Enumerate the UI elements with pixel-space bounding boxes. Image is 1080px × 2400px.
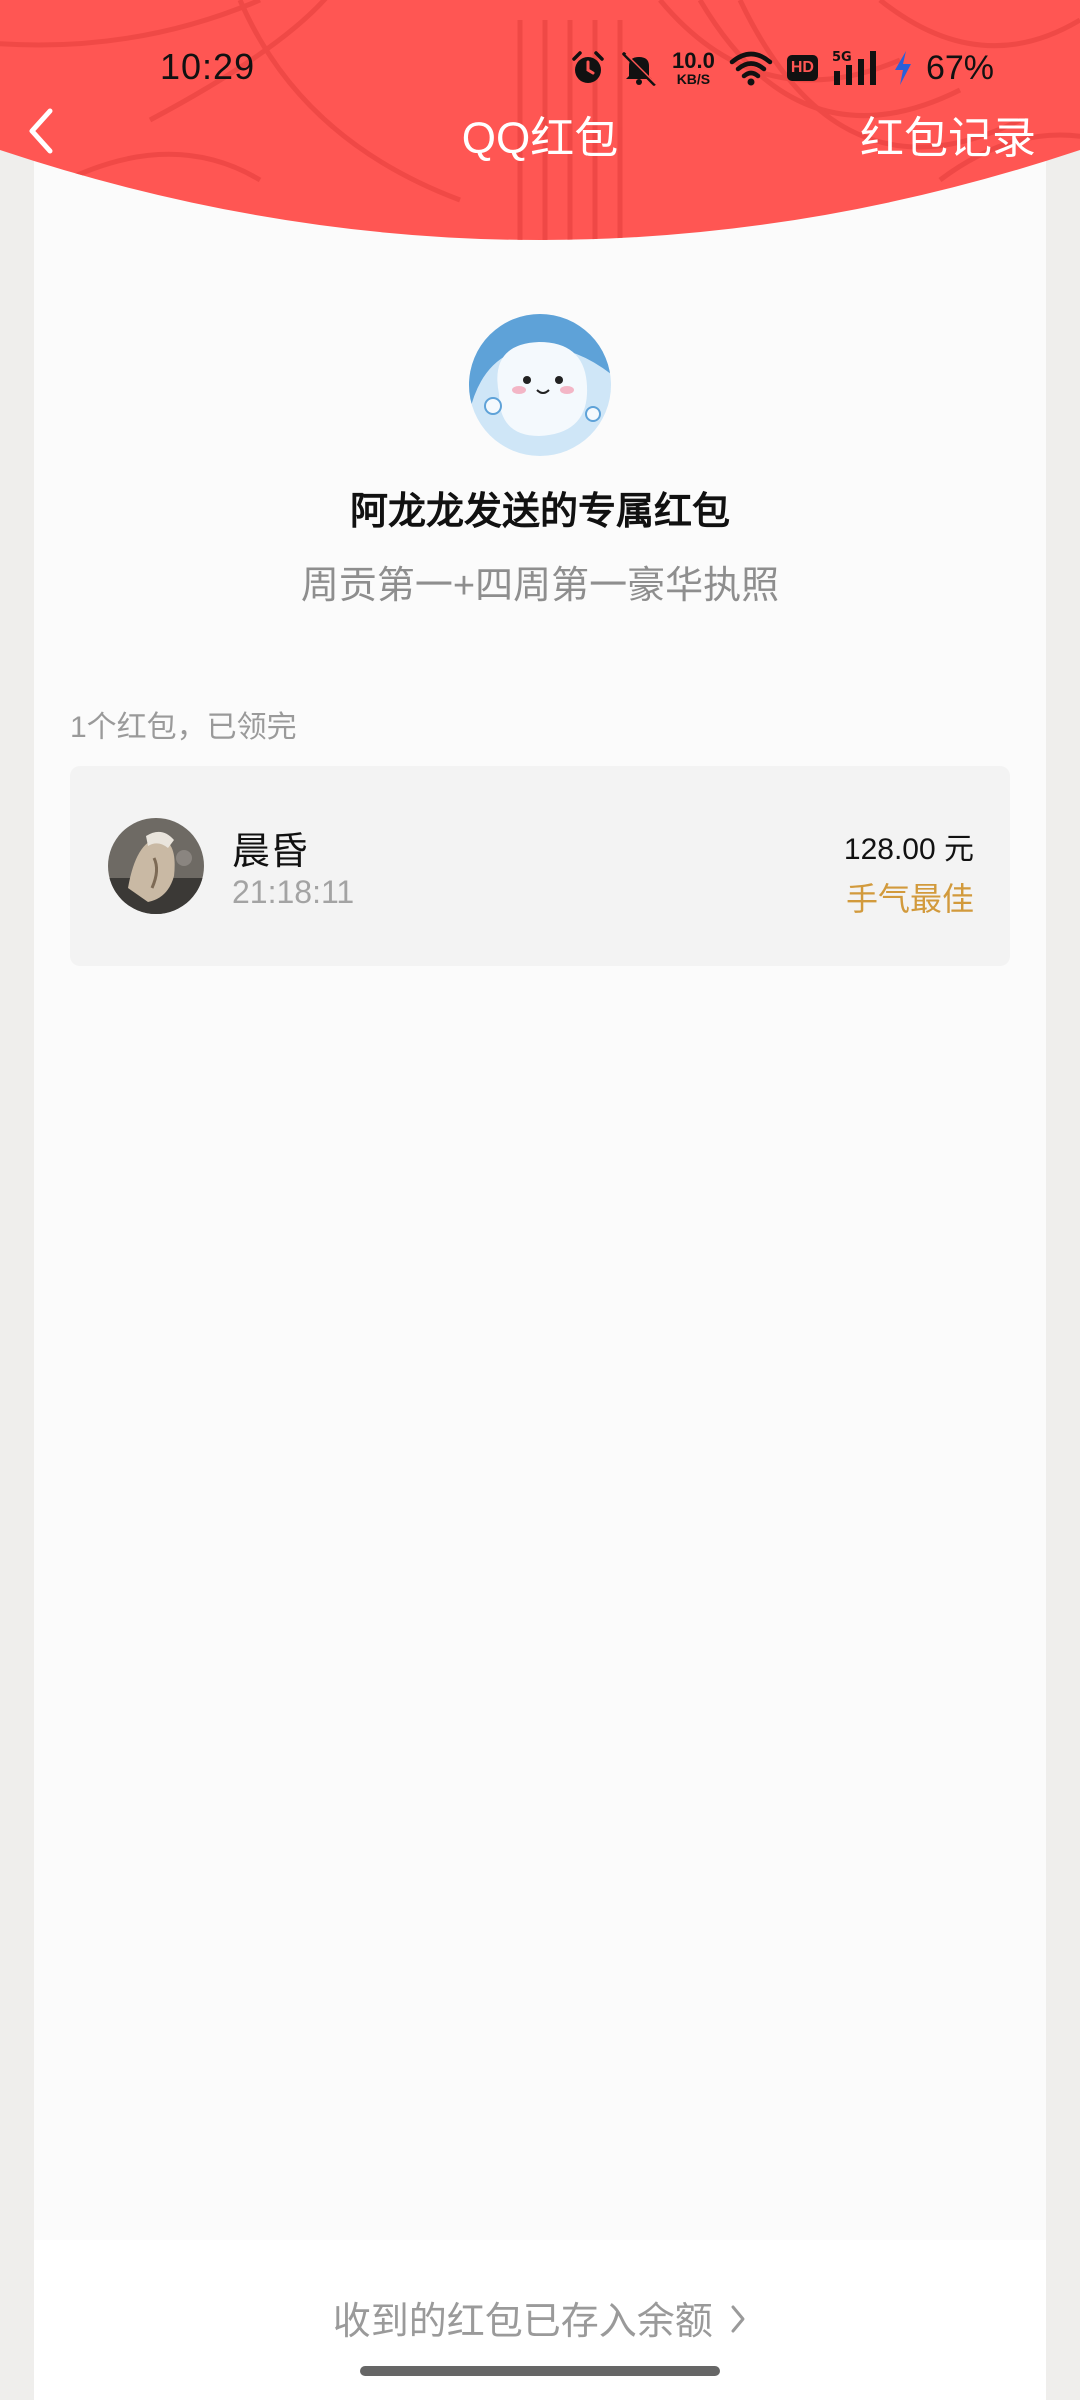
signal-icon: 5G	[832, 49, 880, 87]
mute-icon	[620, 50, 658, 86]
nav-bar: QQ红包 红包记录	[0, 96, 1080, 166]
best-luck-badge: 手气最佳	[845, 881, 974, 917]
receiver-name: 晨昏	[232, 831, 309, 873]
packet-summary: 1个红包，已领完	[70, 711, 297, 744]
receiver-avatar-image	[108, 818, 204, 914]
back-button[interactable]	[14, 100, 68, 162]
signal-label: 5G	[832, 50, 852, 65]
alarm-icon	[570, 50, 606, 86]
status-icons: 10.0 KB/S HD 5G 67%	[570, 46, 994, 90]
net-speed-value: 10.0	[672, 48, 715, 73]
chevron-right-icon	[729, 2302, 747, 2345]
status-time: 10:29	[160, 46, 256, 87]
balance-link-label: 收到的红包已存入余额	[332, 2301, 713, 2343]
receive-time: 21:18:11	[232, 874, 355, 910]
red-packet-records-link[interactable]: 红包记录	[860, 102, 1036, 166]
balance-link[interactable]: 收到的红包已存入余额	[0, 2290, 1080, 2345]
net-speed: 10.0 KB/S	[672, 48, 715, 87]
cat-avatar-image	[469, 314, 611, 456]
blessing-message: 周贡第一+四周第一豪华执照	[300, 565, 780, 607]
receiver-avatar[interactable]	[108, 818, 204, 914]
net-speed-unit: KB/S	[676, 71, 711, 87]
sender-title: 阿龙龙发送的专属红包	[349, 491, 730, 533]
battery-level: 67%	[925, 48, 994, 87]
red-header: 10:29 10.0 KB/S HD 5G 67% QQ红包 红包记录	[0, 0, 1080, 240]
received-amount: 128.00 元	[843, 833, 974, 866]
home-indicator[interactable]	[360, 2366, 720, 2376]
chevron-left-icon	[29, 108, 53, 154]
sender-avatar[interactable]	[469, 314, 611, 456]
receiver-row[interactable]: 晨昏 21:18:11 128.00 元 手气最佳	[70, 766, 1010, 966]
wifi-icon	[729, 50, 773, 86]
hd-icon: HD	[786, 55, 818, 81]
charging-icon	[894, 50, 912, 86]
